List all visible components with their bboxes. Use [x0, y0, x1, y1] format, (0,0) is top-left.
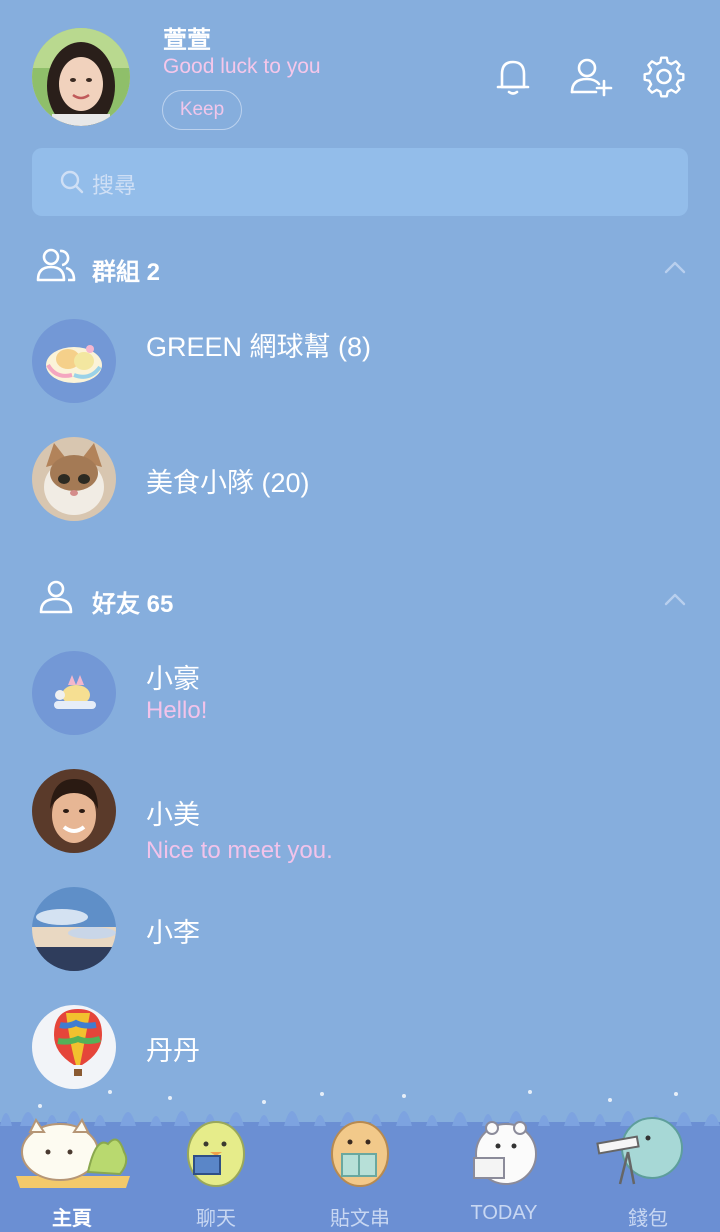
friend-name: 小美	[146, 800, 200, 830]
groups-section-title: 群組 2	[92, 259, 161, 286]
tab-home[interactable]: 主頁	[0, 1080, 144, 1232]
wallet-icon	[596, 1117, 683, 1185]
chat-icon	[187, 1121, 245, 1187]
friend-row[interactable]: 小美 Nice to meet you.	[0, 769, 720, 869]
tab-timeline[interactable]: 貼文串	[288, 1080, 432, 1232]
friend-icon	[36, 578, 76, 618]
tab-label: 貼文串	[330, 1208, 390, 1230]
friend-avatar	[32, 887, 116, 971]
tab-label: 主頁	[52, 1208, 92, 1230]
group-avatar	[32, 319, 116, 403]
friend-row[interactable]: 小李	[0, 887, 720, 987]
group-avatar	[32, 437, 116, 521]
bottom-tab-bar: 主頁 聊天 貼文串 TODAY 錢包	[0, 1080, 720, 1232]
friend-name: 丹丹	[146, 1036, 200, 1066]
tab-label: 錢包	[628, 1208, 668, 1230]
friend-avatar	[32, 1005, 116, 1089]
tab-today[interactable]: TODAY	[432, 1080, 576, 1232]
group-row[interactable]: GREEN 網球幫 (8)	[0, 319, 720, 419]
profile-status-message[interactable]: Good luck to you	[163, 55, 321, 79]
profile-name: 萱萱	[163, 27, 211, 54]
group-name: GREEN 網球幫 (8)	[146, 332, 372, 362]
search-icon	[58, 168, 86, 196]
group-row[interactable]: 美食小隊 (20)	[0, 437, 720, 537]
friend-avatar	[32, 651, 116, 735]
tab-chats[interactable]: 聊天	[144, 1080, 288, 1232]
collapse-chevron-icon[interactable]	[660, 584, 690, 614]
friend-name: 小李	[146, 918, 200, 948]
keep-button[interactable]: Keep	[162, 90, 242, 130]
home-icon	[16, 1118, 130, 1188]
groups-section-header[interactable]: 群組 2	[0, 236, 720, 296]
search-bar[interactable]: 搜尋	[32, 148, 688, 216]
friend-status-message: Hello!	[146, 697, 208, 724]
friend-status-message: Nice to meet you.	[146, 837, 333, 864]
today-icon	[473, 1121, 537, 1185]
add-friend-icon[interactable]	[568, 54, 614, 100]
friend-avatar	[32, 769, 116, 853]
search-input[interactable]: 搜尋	[92, 168, 136, 200]
profile-avatar[interactable]	[32, 28, 130, 126]
timeline-icon	[331, 1121, 389, 1187]
tab-wallet[interactable]: 錢包	[576, 1080, 720, 1232]
groups-icon	[36, 246, 76, 286]
friends-section-header[interactable]: 好友 65	[0, 568, 720, 628]
group-name: 美食小隊 (20)	[146, 468, 310, 498]
gear-icon[interactable]	[641, 54, 687, 100]
profile-header: 萱萱 Good luck to you Keep	[0, 0, 720, 140]
tab-label: 聊天	[196, 1208, 236, 1230]
friend-row[interactable]: 小豪 Hello!	[0, 651, 720, 751]
tab-label: TODAY	[470, 1202, 538, 1224]
bell-icon[interactable]	[490, 54, 536, 100]
collapse-chevron-icon[interactable]	[660, 252, 690, 282]
friends-section-title: 好友 65	[92, 591, 174, 618]
friend-name: 小豪	[146, 664, 200, 694]
